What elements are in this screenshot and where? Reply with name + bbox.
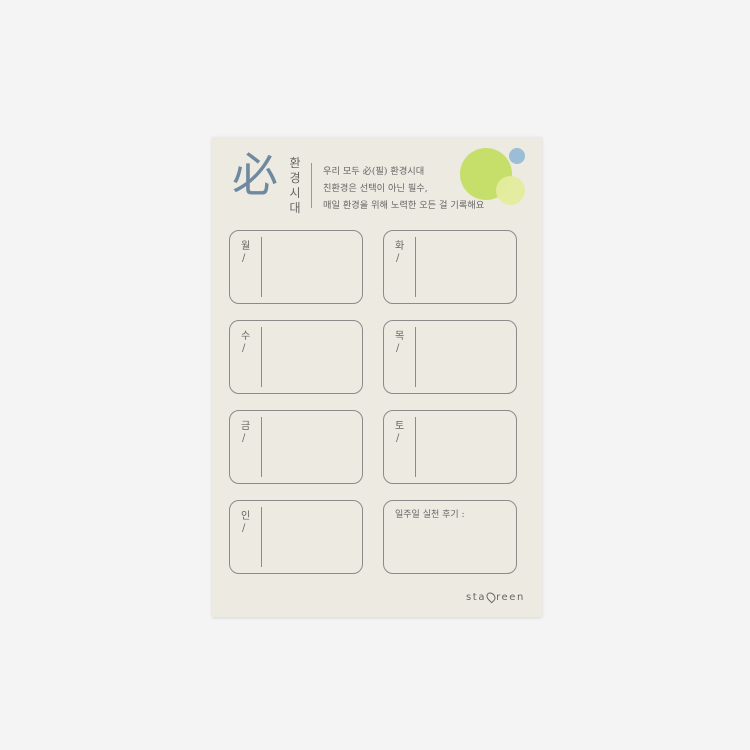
date-slash: / — [242, 523, 246, 534]
day-box-sat[interactable]: 토 / — [383, 410, 517, 484]
day-box-tue[interactable]: 화 / — [383, 230, 517, 304]
vertical-title: 환 경 시 대 — [288, 156, 302, 216]
day-box-thu[interactable]: 목 / — [383, 320, 517, 394]
day-label: 인 — [241, 511, 251, 522]
date-slash: / — [242, 253, 246, 264]
day-label: 수 — [241, 331, 251, 342]
date-slash: / — [396, 343, 400, 354]
date-slash: / — [242, 433, 246, 444]
brand-prefix: sta — [466, 592, 487, 603]
brand-logo: sta reen — [466, 590, 525, 604]
review-label: 일주일 실천 후기 : — [395, 510, 465, 520]
intro-line: 매일 환경을 위해 노력한 오든 걸 기록해요 — [323, 200, 485, 211]
day-label: 목 — [395, 331, 405, 342]
date-slash: / — [396, 433, 400, 444]
box-divider — [261, 237, 262, 297]
date-slash: / — [242, 343, 246, 354]
vertical-title-char: 환 — [289, 156, 301, 170]
day-label: 월 — [241, 241, 251, 252]
box-divider — [415, 327, 416, 387]
vertical-title-char: 경 — [289, 171, 301, 185]
blue-circle-decoration — [509, 148, 525, 164]
intro-line: 친환경은 선택이 아닌 필수, — [323, 183, 428, 194]
vertical-title-char: 대 — [289, 201, 301, 215]
day-label: 화 — [395, 241, 405, 252]
box-divider — [261, 507, 262, 567]
brand-suffix: reen — [496, 592, 525, 603]
day-label: 토 — [395, 421, 405, 432]
day-box-fri[interactable]: 금 / — [229, 410, 363, 484]
weekly-review-box[interactable]: 일주일 실천 후기 : — [383, 500, 517, 574]
day-box-sun[interactable]: 인 / — [229, 500, 363, 574]
box-divider — [261, 327, 262, 387]
date-slash: / — [396, 253, 400, 264]
vertical-title-char: 시 — [289, 186, 301, 200]
box-divider — [261, 417, 262, 477]
day-box-mon[interactable]: 월 / — [229, 230, 363, 304]
header-divider — [311, 163, 312, 208]
box-divider — [415, 237, 416, 297]
day-label: 금 — [241, 421, 251, 432]
box-divider — [415, 417, 416, 477]
title-mark: 必 — [232, 148, 278, 202]
day-box-wed[interactable]: 수 / — [229, 320, 363, 394]
yellow-circle-decoration — [496, 176, 525, 205]
